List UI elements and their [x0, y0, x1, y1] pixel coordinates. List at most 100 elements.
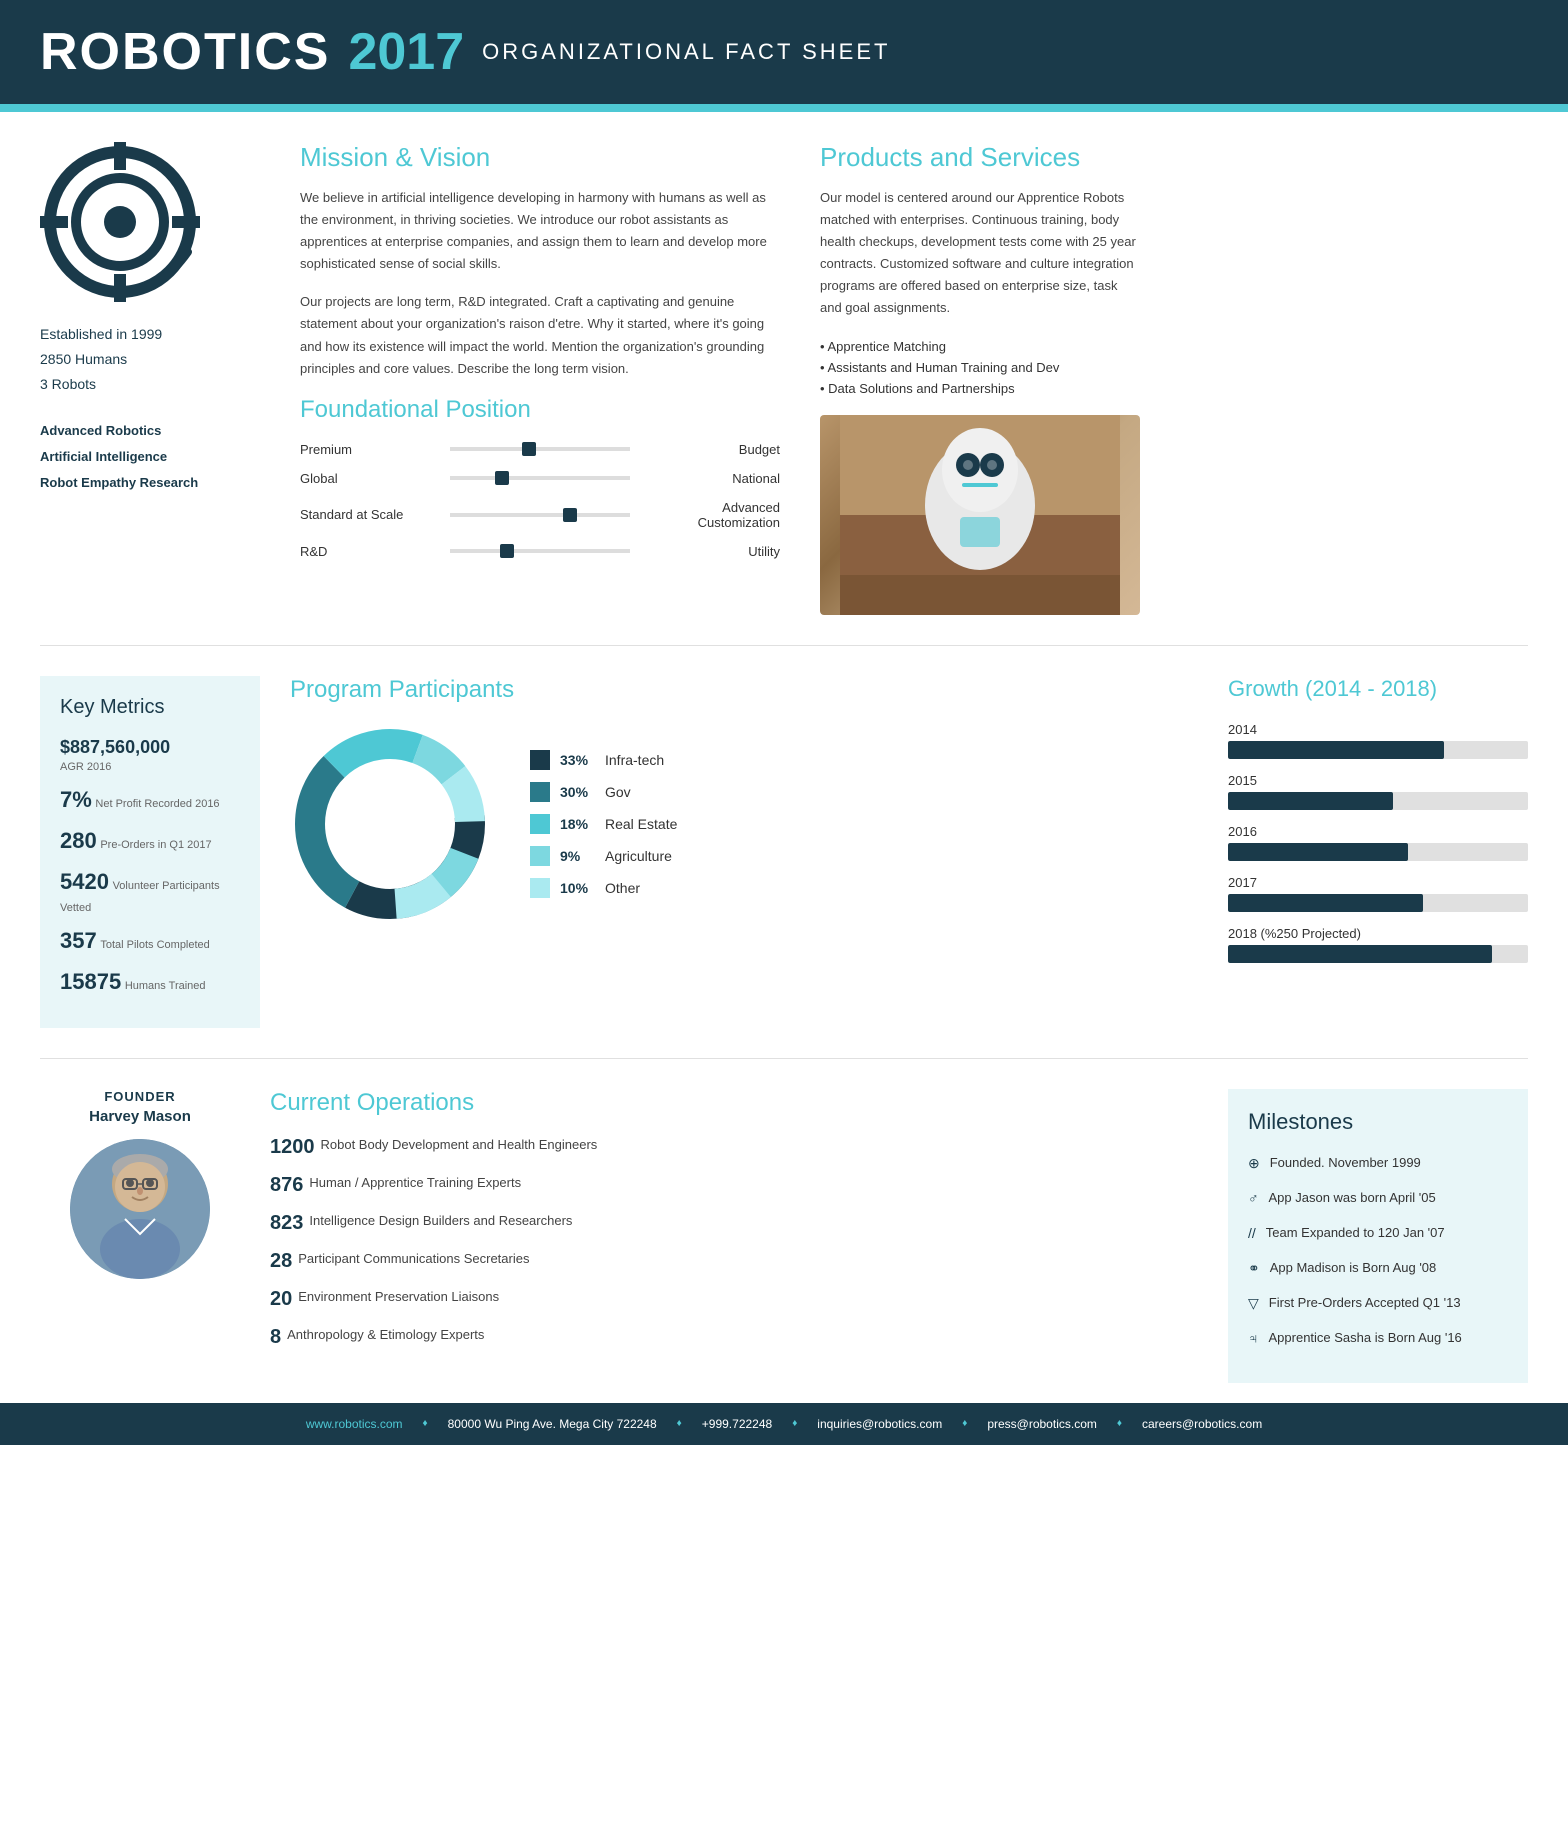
metric-value-0: $887,560,000 [60, 737, 170, 757]
metric-value-3: 5420 [60, 869, 109, 894]
footer-dot-3: ♦ [962, 1418, 967, 1429]
robot-image [820, 415, 1140, 615]
slider-row-2: Standard at Scale Advanced Customization [300, 500, 780, 530]
divider-2 [40, 1058, 1528, 1059]
established: Established in 1999 [40, 322, 260, 347]
growth-bar-bg-1 [1228, 792, 1528, 810]
program-participants-panel: Program Participants [290, 676, 1198, 924]
milestone-2: // Team Expanded to 120 Jan '07 [1248, 1223, 1508, 1244]
op-desc-3: Participant Communications Secretaries [298, 1249, 529, 1269]
brand-year: 2017 [348, 22, 464, 82]
footer-dot-0: ♦ [423, 1418, 428, 1429]
growth-year-0: 2014 [1228, 722, 1528, 737]
milestone-4: ▽ First Pre-Orders Accepted Q1 '13 [1248, 1293, 1508, 1314]
slider-left-2: Standard at Scale [300, 507, 440, 522]
founder-panel: FOUNDER Harvey Mason [40, 1089, 240, 1279]
milestone-icon-1: ♂ [1248, 1188, 1259, 1209]
section-bottom: FOUNDER Harvey Mason [40, 1069, 1528, 1403]
legend-item-3: 9% Agriculture [530, 846, 677, 866]
section-top: Established in 1999 2850 Humans 3 Robots… [40, 112, 1528, 635]
legend-color-0 [530, 750, 550, 770]
left-column: Established in 1999 2850 Humans 3 Robots… [40, 142, 260, 615]
growth-year-3: 2017 [1228, 875, 1528, 890]
milestone-text-5: Apprentice Sasha is Born Aug '16 [1269, 1328, 1462, 1348]
metric-value-5: 15875 [60, 969, 121, 994]
growth-bar-bg-3 [1228, 894, 1528, 912]
milestone-text-4: First Pre-Orders Accepted Q1 '13 [1269, 1293, 1461, 1313]
growth-row-1: 2015 [1228, 773, 1528, 810]
org-info: Established in 1999 2850 Humans 3 Robots [40, 322, 260, 398]
legend-item-1: 30% Gov [530, 782, 677, 802]
milestone-0: ⊕ Founded. November 1999 [1248, 1153, 1508, 1174]
divider-1 [40, 645, 1528, 646]
metric-5: 15875 Humans Trained [60, 967, 240, 998]
slider-track-2 [450, 513, 630, 517]
slider-row-0: Premium Budget [300, 442, 780, 457]
legend-label-3: Agriculture [605, 848, 672, 864]
footer-email1: inquiries@robotics.com [817, 1417, 942, 1431]
growth-bar-fill-2 [1228, 843, 1408, 861]
metric-4: 357 Total Pilots Completed [60, 926, 240, 957]
growth-bar-bg-2 [1228, 843, 1528, 861]
milestone-3: ⚭ App Madison is Born Aug '08 [1248, 1258, 1508, 1279]
mission-title: Mission & Vision [300, 142, 780, 173]
op-desc-0: Robot Body Development and Health Engine… [321, 1135, 598, 1155]
op-num-0: 1200 [270, 1135, 315, 1159]
growth-bar-bg-4 [1228, 945, 1528, 963]
mission-para2: Our projects are long term, R&D integrat… [300, 291, 780, 379]
org-tags: Advanced Robotics Artificial Intelligenc… [40, 418, 260, 496]
footer-dot-2: ♦ [792, 1418, 797, 1429]
metric-label-2: Pre-Orders in Q1 2017 [100, 839, 211, 851]
op-num-2: 823 [270, 1211, 303, 1235]
slider-thumb-1 [495, 471, 509, 485]
metric-value-2: 280 [60, 828, 97, 853]
metric-2: 280 Pre-Orders in Q1 2017 [60, 826, 240, 857]
operations-panel: Current Operations 1200 Robot Body Devel… [270, 1089, 1198, 1363]
metric-label-1: Net Profit Recorded 2016 [95, 798, 219, 810]
section-middle: Key Metrics $887,560,000 AGR 2016 7% Net… [40, 656, 1528, 1048]
slider-thumb-3 [500, 544, 514, 558]
legend-item-4: 10% Other [530, 878, 677, 898]
metric-label-4: Total Pilots Completed [100, 939, 209, 951]
legend-item-2: 18% Real Estate [530, 814, 677, 834]
legend-color-2 [530, 814, 550, 834]
growth-bar-fill-3 [1228, 894, 1423, 912]
slider-track-1 [450, 476, 630, 480]
growth-title: Growth (2014 - 2018) [1228, 676, 1528, 702]
legend-color-3 [530, 846, 550, 866]
founder-avatar [70, 1139, 210, 1279]
slider-right-0: Budget [640, 442, 780, 457]
milestone-text-0: Founded. November 1999 [1270, 1153, 1421, 1173]
growth-row-2: 2016 [1228, 824, 1528, 861]
op-item-0: 1200 Robot Body Development and Health E… [270, 1135, 1198, 1159]
chart-legend: 33% Infra-tech 30% Gov 18% Real Estate [530, 750, 677, 898]
slider-left-0: Premium [300, 442, 440, 457]
foundational-section: Foundational Position Premium Budget Glo… [300, 396, 780, 559]
milestone-icon-4: ▽ [1248, 1293, 1259, 1314]
op-num-4: 20 [270, 1287, 292, 1311]
legend-pct-3: 9% [560, 848, 595, 864]
donut-chart [290, 724, 490, 924]
op-num-5: 8 [270, 1325, 281, 1349]
product-item-1: Assistants and Human Training and Dev [820, 357, 1140, 378]
products-text: Our model is centered around our Apprent… [820, 187, 1140, 320]
program-title: Program Participants [290, 676, 1198, 704]
op-desc-2: Intelligence Design Builders and Researc… [309, 1211, 572, 1231]
slider-row-3: R&D Utility [300, 544, 780, 559]
op-item-5: 8 Anthropology & Etimology Experts [270, 1325, 1198, 1349]
products-column: Products and Services Our model is cente… [820, 142, 1140, 615]
founder-label: FOUNDER [40, 1089, 240, 1104]
slider-right-3: Utility [640, 544, 780, 559]
slider-row-1: Global National [300, 471, 780, 486]
metric-value-4: 357 [60, 928, 97, 953]
footer-website[interactable]: www.robotics.com [306, 1417, 403, 1431]
legend-label-0: Infra-tech [605, 752, 664, 768]
milestone-text-1: App Jason was born April '05 [1269, 1188, 1436, 1208]
milestone-icon-3: ⚭ [1248, 1258, 1260, 1279]
footer: www.robotics.com ♦ 80000 Wu Ping Ave. Me… [0, 1403, 1568, 1445]
op-item-1: 876 Human / Apprentice Training Experts [270, 1173, 1198, 1197]
foundational-title: Foundational Position [300, 396, 780, 424]
milestone-1: ♂ App Jason was born April '05 [1248, 1188, 1508, 1209]
growth-bar-bg-0 [1228, 741, 1528, 759]
growth-bar-fill-1 [1228, 792, 1393, 810]
